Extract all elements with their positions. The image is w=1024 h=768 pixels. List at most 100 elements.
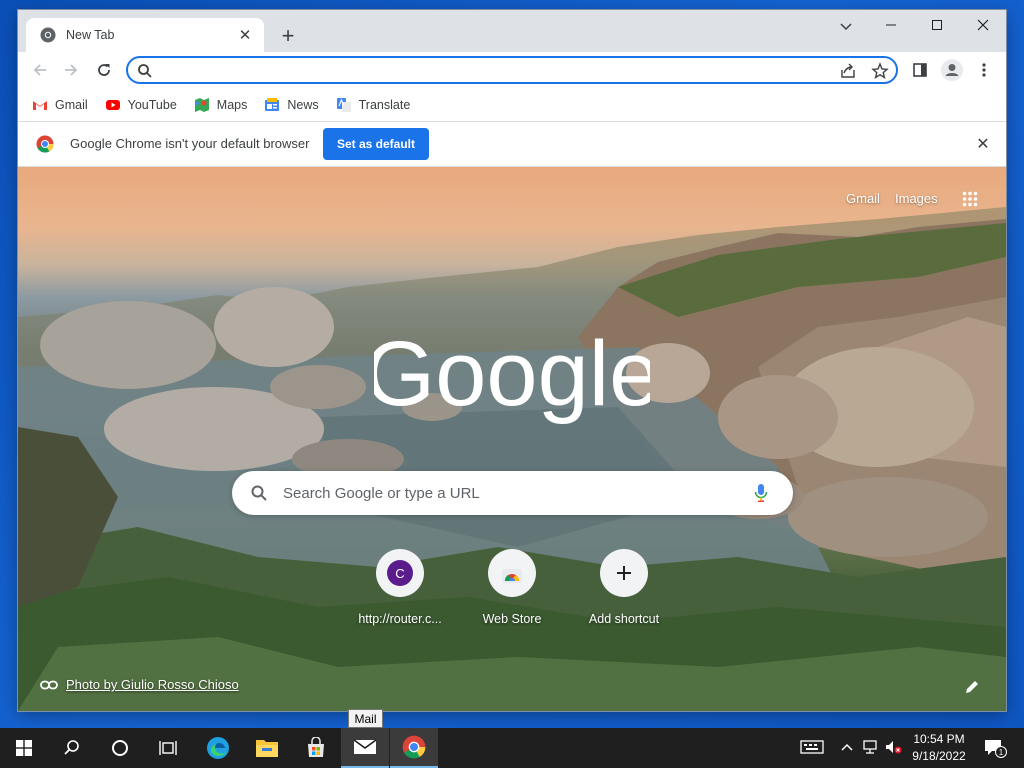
chrome-logo-icon bbox=[36, 135, 54, 153]
start-icon bbox=[16, 740, 32, 756]
file-explorer-button[interactable] bbox=[243, 728, 291, 768]
shortcut-icon-circle bbox=[600, 549, 648, 597]
cortana-button[interactable] bbox=[96, 728, 144, 768]
shortcut-icon-circle: C bbox=[376, 549, 424, 597]
chrome-taskbar-button[interactable] bbox=[390, 728, 438, 768]
chrome-favicon-icon bbox=[40, 27, 56, 43]
profile-button[interactable] bbox=[940, 58, 964, 82]
clock-date: 9/18/2022 bbox=[912, 749, 966, 763]
bookmark-label: Gmail bbox=[55, 97, 88, 112]
system-clock[interactable]: 10:54 PM 9/18/2022 bbox=[906, 731, 972, 765]
webstore-icon bbox=[502, 569, 522, 583]
images-link[interactable]: Images bbox=[895, 191, 938, 206]
bookmark-youtube[interactable]: YouTube bbox=[105, 97, 177, 113]
gmail-link[interactable]: Gmail bbox=[846, 191, 880, 206]
maximize-button[interactable] bbox=[914, 10, 960, 40]
bookmark-translate[interactable]: Translate bbox=[336, 97, 411, 113]
taskbar-search-button[interactable] bbox=[48, 728, 96, 768]
bookmark-news[interactable]: News bbox=[264, 97, 319, 113]
shortcut-web-store[interactable]: Web Store bbox=[457, 549, 567, 639]
network-icon[interactable] bbox=[861, 738, 879, 756]
customize-pencil-icon[interactable] bbox=[964, 679, 980, 695]
google-logo: Google bbox=[374, 323, 650, 425]
maximize-icon bbox=[932, 20, 942, 30]
translate-icon bbox=[336, 97, 351, 112]
volume-muted-icon[interactable] bbox=[884, 738, 902, 756]
maps-icon bbox=[194, 97, 209, 112]
tab-strip: New Tab ✕ + bbox=[18, 10, 1006, 52]
bookmark-label: YouTube bbox=[127, 97, 177, 112]
shortcut-label: Add shortcut bbox=[588, 612, 660, 626]
new-tab-page: Gmail Images Google Search Google or typ… bbox=[18, 167, 1006, 711]
mail-tooltip: Mail bbox=[348, 709, 383, 728]
task-view-button[interactable] bbox=[144, 728, 192, 768]
voice-search-mic-icon[interactable] bbox=[754, 483, 768, 503]
store-button[interactable] bbox=[292, 728, 340, 768]
photo-credit-link[interactable]: Photo by Giulio Rosso Chioso bbox=[40, 677, 239, 692]
notification-center-icon[interactable]: 1 bbox=[983, 738, 1007, 758]
side-panel-button[interactable] bbox=[908, 58, 932, 82]
search-icon bbox=[251, 485, 267, 501]
tab-new-tab[interactable]: New Tab ✕ bbox=[26, 18, 264, 52]
set-as-default-button[interactable]: Set as default bbox=[323, 128, 429, 160]
back-arrow-icon bbox=[33, 64, 46, 76]
bookmark-label: News bbox=[287, 97, 319, 112]
close-window-button[interactable] bbox=[960, 10, 1006, 40]
tab-close-icon[interactable]: ✕ bbox=[236, 26, 254, 44]
bookmarks-bar: Gmail YouTube Maps News Translate bbox=[18, 88, 1006, 122]
chrome-window: New Tab ✕ + Gmail YouTube Maps News Tran… bbox=[18, 10, 1006, 711]
google-logo-text: Google bbox=[374, 323, 650, 425]
news-icon bbox=[265, 97, 280, 111]
show-hidden-icons-chevron-icon[interactable] bbox=[838, 738, 856, 756]
mail-button[interactable] bbox=[341, 728, 389, 768]
minimize-button[interactable] bbox=[868, 10, 914, 40]
add-shortcut-button[interactable]: Add shortcut bbox=[569, 549, 679, 639]
task-view-icon bbox=[159, 741, 177, 755]
plus-icon bbox=[617, 566, 631, 580]
network-glyph bbox=[863, 740, 877, 754]
edge-icon bbox=[207, 737, 229, 759]
infobar-close-icon[interactable]: ✕ bbox=[974, 135, 992, 153]
svg-text:1: 1 bbox=[999, 748, 1004, 757]
shortcut-router[interactable]: C http://router.c... bbox=[345, 549, 455, 639]
default-browser-infobar: Google Chrome isn't your default browser… bbox=[18, 122, 1006, 167]
close-icon bbox=[977, 19, 989, 31]
bookmark-maps[interactable]: Maps bbox=[194, 97, 248, 113]
bookmark-gmail[interactable]: Gmail bbox=[32, 97, 88, 113]
menu-button[interactable] bbox=[972, 58, 996, 82]
bookmark-label: Translate bbox=[358, 97, 411, 112]
forward-arrow-icon bbox=[65, 64, 78, 76]
share-icon[interactable] bbox=[839, 62, 857, 80]
notification-glyph: 1 bbox=[985, 740, 1007, 758]
svg-text:C: C bbox=[395, 566, 404, 581]
kebab-menu-icon bbox=[982, 63, 986, 77]
chrome-icon bbox=[402, 735, 426, 759]
search-icon bbox=[138, 64, 152, 78]
tab-search-chevron-icon[interactable] bbox=[836, 16, 856, 36]
file-explorer-icon bbox=[256, 740, 278, 757]
bookmark-label: Maps bbox=[216, 97, 248, 112]
tab-title: New Tab bbox=[66, 28, 115, 42]
reload-icon bbox=[98, 64, 110, 76]
forward-button[interactable] bbox=[59, 58, 83, 82]
new-tab-button[interactable]: + bbox=[276, 23, 300, 48]
chevron-up-glyph bbox=[841, 743, 853, 751]
gmail-icon bbox=[33, 100, 47, 110]
keyboard-glyph bbox=[800, 740, 824, 754]
back-button[interactable] bbox=[28, 58, 52, 82]
store-icon bbox=[308, 737, 324, 757]
shortcut-icon-circle bbox=[488, 549, 536, 597]
google-apps-icon[interactable] bbox=[962, 191, 978, 207]
link-icon bbox=[40, 680, 58, 689]
photo-credit-text: Photo by Giulio Rosso Chioso bbox=[66, 677, 239, 692]
address-bar[interactable] bbox=[126, 56, 898, 84]
shortcut-label: Web Store bbox=[482, 612, 542, 626]
start-button[interactable] bbox=[0, 728, 48, 768]
address-input[interactable] bbox=[162, 60, 822, 80]
bookmark-star-icon[interactable] bbox=[871, 62, 889, 80]
ntp-search-box[interactable]: Search Google or type a URL bbox=[232, 471, 793, 515]
reload-button[interactable] bbox=[92, 58, 116, 82]
side-panel-icon bbox=[913, 63, 927, 77]
keyboard-icon[interactable] bbox=[800, 738, 824, 756]
edge-button[interactable] bbox=[194, 728, 242, 768]
